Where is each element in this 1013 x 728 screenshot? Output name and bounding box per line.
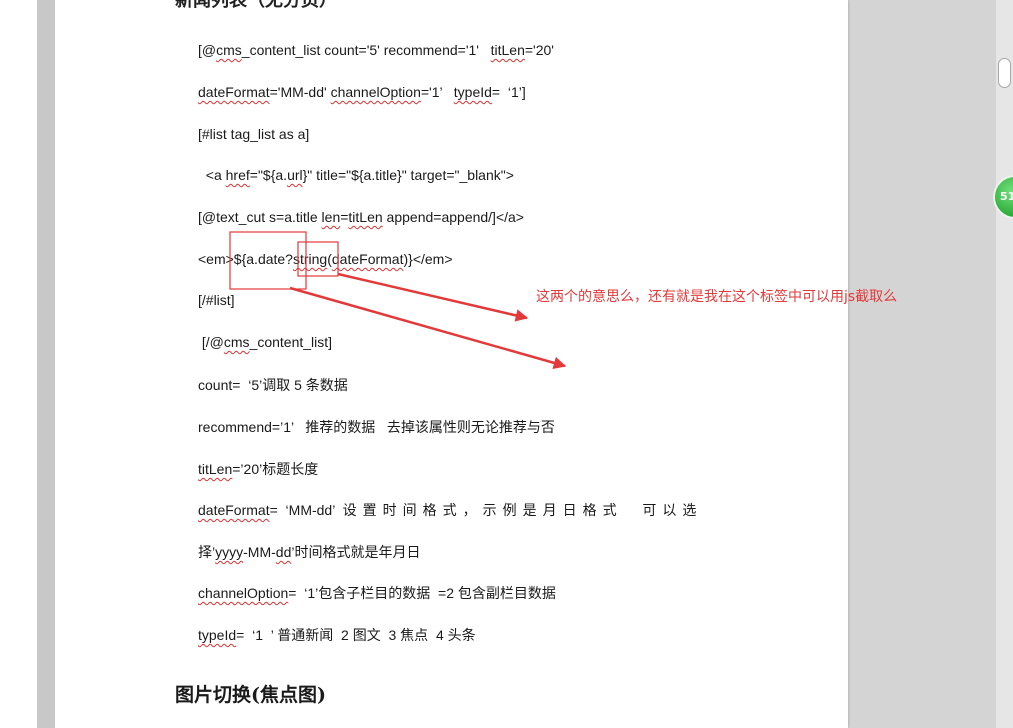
annotation-overlay (229, 231, 567, 369)
annotation-arrow-2 (289, 286, 567, 369)
highlight-box-date (229, 231, 307, 290)
annotation-arrow-1 (337, 272, 529, 322)
highlight-box-string (297, 241, 339, 277)
annotation-comment: 这两个的意思么，还有就是我在这个标签中可以用js截取么 (536, 289, 898, 305)
